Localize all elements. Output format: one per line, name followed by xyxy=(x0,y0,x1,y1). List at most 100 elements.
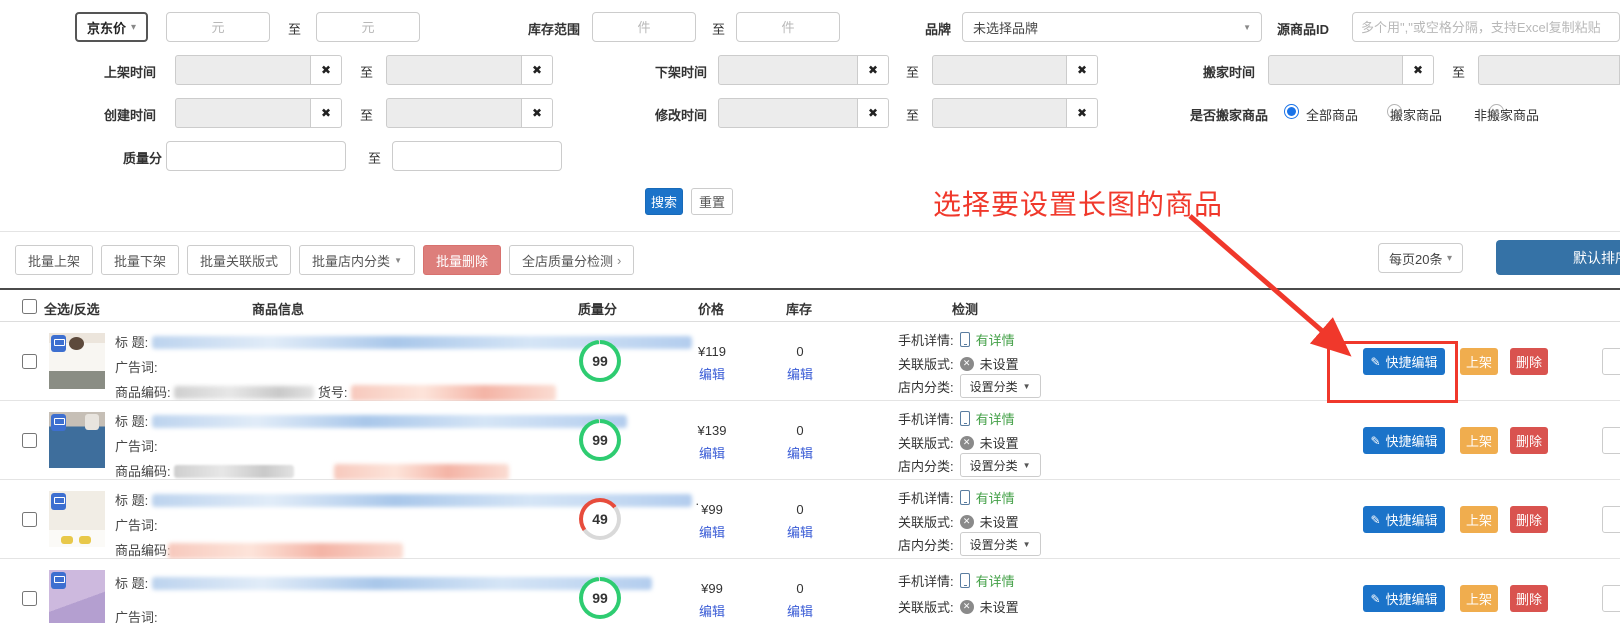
modified-time-from-input[interactable] xyxy=(718,98,858,128)
redacted-code xyxy=(168,543,403,559)
quality-to-input[interactable] xyxy=(392,141,562,171)
move-time-from-input[interactable] xyxy=(1268,55,1403,85)
delete-button[interactable]: 删除 xyxy=(1510,506,1548,533)
range-separator: 至 xyxy=(288,19,301,38)
assoc-template-value: 未设置 xyxy=(980,512,1019,531)
set-category-button[interactable]: 设置分类▼ xyxy=(960,532,1041,556)
batch-category-button[interactable]: 批量店内分类 ▼ xyxy=(299,245,415,275)
stock-edit-link[interactable]: 编辑 xyxy=(787,364,813,383)
clear-icon[interactable]: ✖ xyxy=(1403,55,1434,85)
quick-edit-button[interactable]: ✎快捷编辑 xyxy=(1363,506,1445,533)
range-separator: 至 xyxy=(1452,62,1465,81)
range-separator: 至 xyxy=(906,62,919,81)
product-thumbnail[interactable] xyxy=(49,333,105,389)
stock-from-input[interactable] xyxy=(592,12,696,42)
batch-template-button[interactable]: 批量关联版式 xyxy=(187,245,291,275)
price-to-input[interactable] xyxy=(316,12,420,42)
stock-to-input[interactable] xyxy=(736,12,840,42)
product-thumbnail[interactable] xyxy=(49,491,105,547)
batch-delete-button[interactable]: 批量删除 xyxy=(423,245,501,275)
clear-icon[interactable]: ✖ xyxy=(522,55,553,85)
radio-moved-products-label: 搬家商品 xyxy=(1390,105,1442,124)
ad-label: 广告词: xyxy=(115,439,158,454)
delete-button[interactable]: 删除 xyxy=(1510,348,1548,375)
product-thumbnail[interactable] xyxy=(49,412,105,468)
brand-select[interactable]: 未选择品牌 ▼ xyxy=(962,12,1262,42)
clear-icon[interactable]: ✖ xyxy=(1067,98,1098,128)
price-edit-link[interactable]: 编辑 xyxy=(699,522,725,541)
quick-edit-button[interactable]: ✎快捷编辑 xyxy=(1363,427,1445,454)
listed-time-to-input[interactable] xyxy=(386,55,522,85)
price-edit-link[interactable]: 编辑 xyxy=(699,364,725,383)
clear-icon[interactable]: ✖ xyxy=(522,98,553,128)
code-label: 商品编码: xyxy=(115,385,171,400)
stock-edit-link[interactable]: 编辑 xyxy=(787,522,813,541)
phone-detail-value[interactable]: 有详情 xyxy=(976,488,1015,507)
price-edit-link[interactable]: 编辑 xyxy=(699,443,725,462)
default-sort-button[interactable]: 默认排序 xyxy=(1496,240,1620,275)
stock-value: 0 xyxy=(762,344,838,359)
set-category-button[interactable]: 设置分类▼ xyxy=(960,374,1041,398)
delete-button[interactable]: 删除 xyxy=(1510,585,1548,612)
quality-check-button[interactable]: 全店质量分检测 › xyxy=(509,245,634,275)
price-type-select[interactable]: 京东价 ▾ xyxy=(75,12,148,42)
listed-time-label: 上架时间 xyxy=(104,62,156,81)
delisted-time-to-input[interactable] xyxy=(932,55,1067,85)
delisted-time-label: 下架时间 xyxy=(655,62,707,81)
more-button[interactable] xyxy=(1602,348,1620,375)
select-all-checkbox[interactable] xyxy=(22,299,37,314)
search-button[interactable]: 搜索 xyxy=(645,188,683,215)
move-time-label: 搬家时间 xyxy=(1203,62,1255,81)
created-time-to-input[interactable] xyxy=(386,98,522,128)
product-thumbnail[interactable] xyxy=(49,570,105,623)
delete-button[interactable]: 删除 xyxy=(1510,427,1548,454)
more-button[interactable] xyxy=(1602,585,1620,612)
ad-label: 广告词: xyxy=(115,518,158,533)
clear-icon[interactable]: ✖ xyxy=(858,98,889,128)
stock-value: 0 xyxy=(762,581,838,596)
stock-value: 0 xyxy=(762,423,838,438)
list-button[interactable]: 上架 xyxy=(1460,348,1498,375)
list-button[interactable]: 上架 xyxy=(1460,506,1498,533)
redacted-code xyxy=(174,386,314,399)
quality-from-input[interactable] xyxy=(166,141,346,171)
row-checkbox[interactable] xyxy=(22,433,37,448)
more-button[interactable] xyxy=(1602,506,1620,533)
clear-icon[interactable]: ✖ xyxy=(311,55,342,85)
quick-edit-button[interactable]: ✎快捷编辑 xyxy=(1363,585,1445,612)
phone-detail-value[interactable]: 有详情 xyxy=(976,571,1015,590)
phone-detail-value[interactable]: 有详情 xyxy=(976,330,1015,349)
list-button[interactable]: 上架 xyxy=(1460,427,1498,454)
price-from-input[interactable] xyxy=(166,12,270,42)
radio-all-products[interactable] xyxy=(1284,104,1299,119)
set-category-button[interactable]: 设置分类▼ xyxy=(960,453,1041,477)
created-time-from-input[interactable] xyxy=(175,98,311,128)
not-set-icon: ✕ xyxy=(960,600,974,614)
stock-edit-link[interactable]: 编辑 xyxy=(787,601,813,620)
phone-icon xyxy=(960,573,970,588)
source-id-input[interactable] xyxy=(1352,12,1620,42)
row-checkbox[interactable] xyxy=(22,512,37,527)
listed-time-from-input[interactable] xyxy=(175,55,311,85)
annotation-highlight-box xyxy=(1327,341,1458,403)
clear-icon[interactable]: ✖ xyxy=(1067,55,1098,85)
list-button[interactable]: 上架 xyxy=(1460,585,1498,612)
batch-list-button[interactable]: 批量上架 xyxy=(15,245,93,275)
quality-score-ring: 99 xyxy=(579,577,621,619)
title-label: 标 题: xyxy=(115,414,148,429)
reset-button[interactable]: 重置 xyxy=(691,188,733,215)
modified-time-to-input[interactable] xyxy=(932,98,1067,128)
assoc-template-value: 未设置 xyxy=(980,433,1019,452)
clear-icon[interactable]: ✖ xyxy=(311,98,342,128)
row-checkbox[interactable] xyxy=(22,591,37,606)
row-checkbox[interactable] xyxy=(22,354,37,369)
batch-delist-button[interactable]: 批量下架 xyxy=(101,245,179,275)
page-size-select[interactable]: 每页20条 ▾ xyxy=(1378,243,1463,273)
clear-icon[interactable]: ✖ xyxy=(858,55,889,85)
stock-edit-link[interactable]: 编辑 xyxy=(787,443,813,462)
move-time-to-input[interactable] xyxy=(1478,55,1620,85)
phone-detail-value[interactable]: 有详情 xyxy=(976,409,1015,428)
price-edit-link[interactable]: 编辑 xyxy=(699,601,725,620)
more-button[interactable] xyxy=(1602,427,1620,454)
delisted-time-from-input[interactable] xyxy=(718,55,858,85)
